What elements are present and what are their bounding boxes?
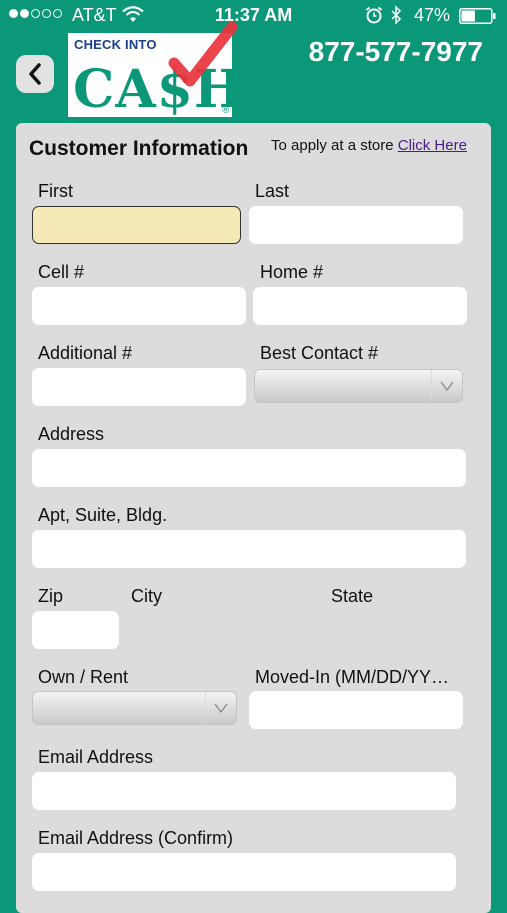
home-label: Home # (260, 262, 324, 282)
address-input[interactable] (32, 449, 466, 487)
last-name-label: Last (255, 181, 290, 201)
email-label: Email Address (38, 747, 154, 767)
zip-label: Zip (38, 586, 64, 606)
bluetooth-icon (391, 5, 402, 25)
apply-prefix: To apply at a store (271, 137, 394, 154)
status-bar: AT&T 11:37 AM 47% (0, 0, 507, 32)
phone-number-link[interactable]: 877-577-7977 (309, 36, 483, 68)
customer-info-panel: Customer Information To apply at a store… (16, 123, 491, 913)
zip-input[interactable] (32, 611, 119, 649)
email-input[interactable] (32, 772, 456, 810)
back-button[interactable] (16, 55, 54, 93)
page-title: Customer Information (29, 137, 249, 160)
home-input[interactable] (253, 287, 467, 325)
first-name-input[interactable] (32, 206, 241, 244)
apply-at-store-text: To apply at a store Click Here (271, 137, 467, 154)
own-rent-select[interactable] (32, 691, 237, 725)
email-confirm-label: Email Address (Confirm) (38, 828, 234, 848)
state-label: State (331, 586, 374, 606)
moved-in-input[interactable] (249, 691, 463, 729)
own-rent-label: Own / Rent (38, 667, 129, 687)
cell-label: Cell # (38, 262, 85, 282)
check-into-cash-logo: CHECK INTO CA$H ® (66, 21, 243, 120)
back-arrow-icon (29, 63, 41, 85)
first-name-label: First (38, 181, 73, 201)
dropdown-arrow-icon (205, 692, 236, 724)
battery-icon (459, 8, 496, 24)
address-label: Address (38, 424, 105, 444)
additional-label: Additional # (38, 343, 133, 363)
apt-label: Apt, Suite, Bldg. (38, 505, 168, 525)
city-label: City (131, 586, 162, 606)
moved-in-label: Moved-In (MM/DD/YY… (255, 667, 450, 687)
alarm-icon (365, 6, 383, 24)
email-confirm-input[interactable] (32, 853, 456, 891)
checkmark-icon (168, 21, 238, 87)
additional-input[interactable] (32, 368, 246, 406)
logo-tagline: CHECK INTO (74, 37, 157, 52)
best-contact-label: Best Contact # (260, 343, 379, 363)
registered-mark: ® (222, 105, 229, 115)
apt-input[interactable] (32, 530, 466, 568)
cell-input[interactable] (32, 287, 246, 325)
battery-percent: 47% (414, 5, 451, 25)
dropdown-arrow-icon (431, 370, 462, 402)
last-name-input[interactable] (249, 206, 463, 244)
best-contact-select[interactable] (254, 369, 463, 403)
click-here-link[interactable]: Click Here (398, 137, 467, 154)
